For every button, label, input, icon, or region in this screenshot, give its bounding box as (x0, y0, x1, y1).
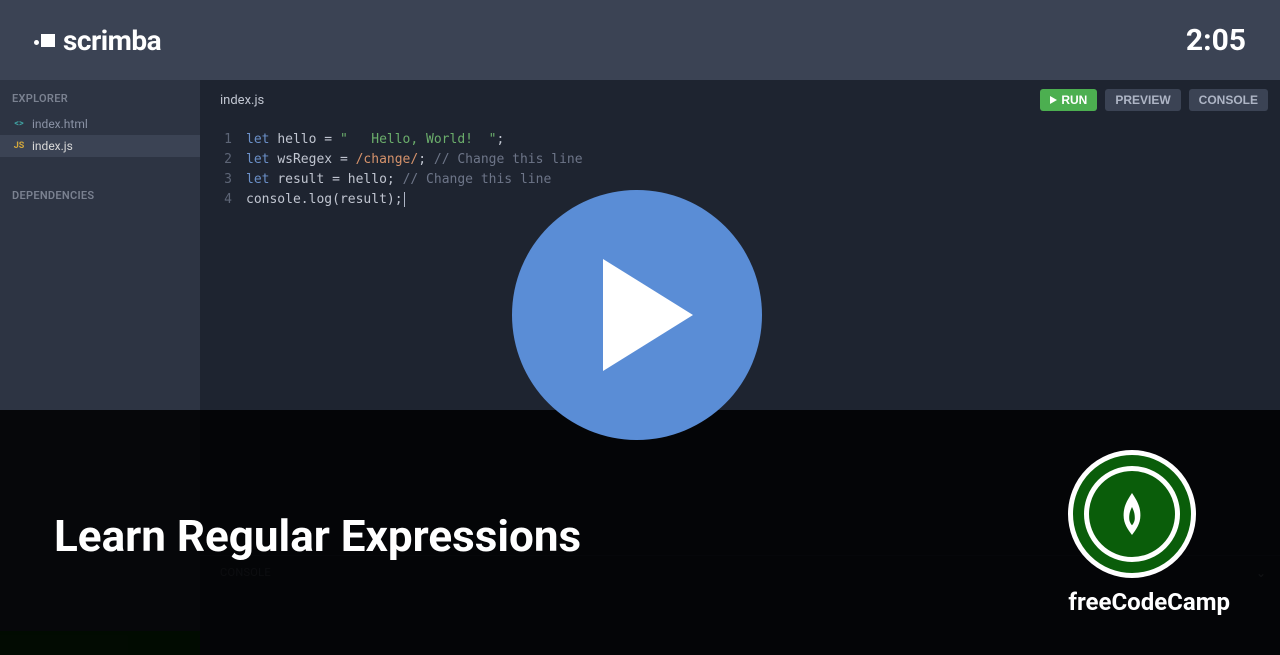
preview-button[interactable]: PREVIEW (1105, 89, 1180, 111)
gutter: 3 (200, 170, 246, 190)
run-button[interactable]: RUN (1040, 89, 1097, 111)
file-item-index-html[interactable]: <> index.html (0, 113, 200, 135)
console-button[interactable]: CONSOLE (1189, 89, 1268, 111)
gutter: 1 (200, 130, 246, 150)
dependencies-heading: DEPENDENCIES (0, 177, 200, 210)
timer: 2:05 (1186, 23, 1246, 58)
play-icon (603, 259, 693, 371)
active-tab-label[interactable]: index.js (212, 93, 264, 108)
html-icon: <> (12, 117, 26, 131)
sidebar: EXPLORER <> index.html JS index.js DEPEN… (0, 80, 200, 655)
gutter: 2 (200, 150, 246, 170)
file-label: index.js (32, 139, 73, 153)
logo-icon (34, 34, 55, 47)
file-item-index-js[interactable]: JS index.js (0, 135, 200, 157)
bottom-bar (0, 631, 200, 655)
code-line: 4 console.log(result); (200, 190, 1280, 210)
run-label: RUN (1061, 93, 1087, 107)
play-icon (1050, 96, 1057, 104)
tab-buttons: RUN PREVIEW CONSOLE (1040, 89, 1268, 111)
code-line: 1 let hello = " Hello, World! "; (200, 130, 1280, 150)
code-line: 3 let result = hello; // Change this lin… (200, 170, 1280, 190)
gutter: 4 (200, 190, 246, 210)
console-label: CONSOLE (220, 566, 271, 579)
editor-tabs: index.js RUN PREVIEW CONSOLE (200, 80, 1280, 120)
console-panel[interactable]: CONSOLE ⌄ (200, 555, 1280, 655)
chevron-down-icon[interactable]: ⌄ (1256, 566, 1266, 580)
logo[interactable]: scrimba (34, 24, 161, 57)
code-line: 2 let wsRegex = /change/; // Change this… (200, 150, 1280, 170)
play-button[interactable] (512, 190, 762, 440)
brand-text: scrimba (63, 24, 161, 57)
js-icon: JS (12, 139, 26, 153)
file-label: index.html (32, 117, 88, 131)
cursor (404, 192, 405, 207)
explorer-heading: EXPLORER (0, 80, 200, 113)
header: scrimba 2:05 (0, 0, 1280, 80)
